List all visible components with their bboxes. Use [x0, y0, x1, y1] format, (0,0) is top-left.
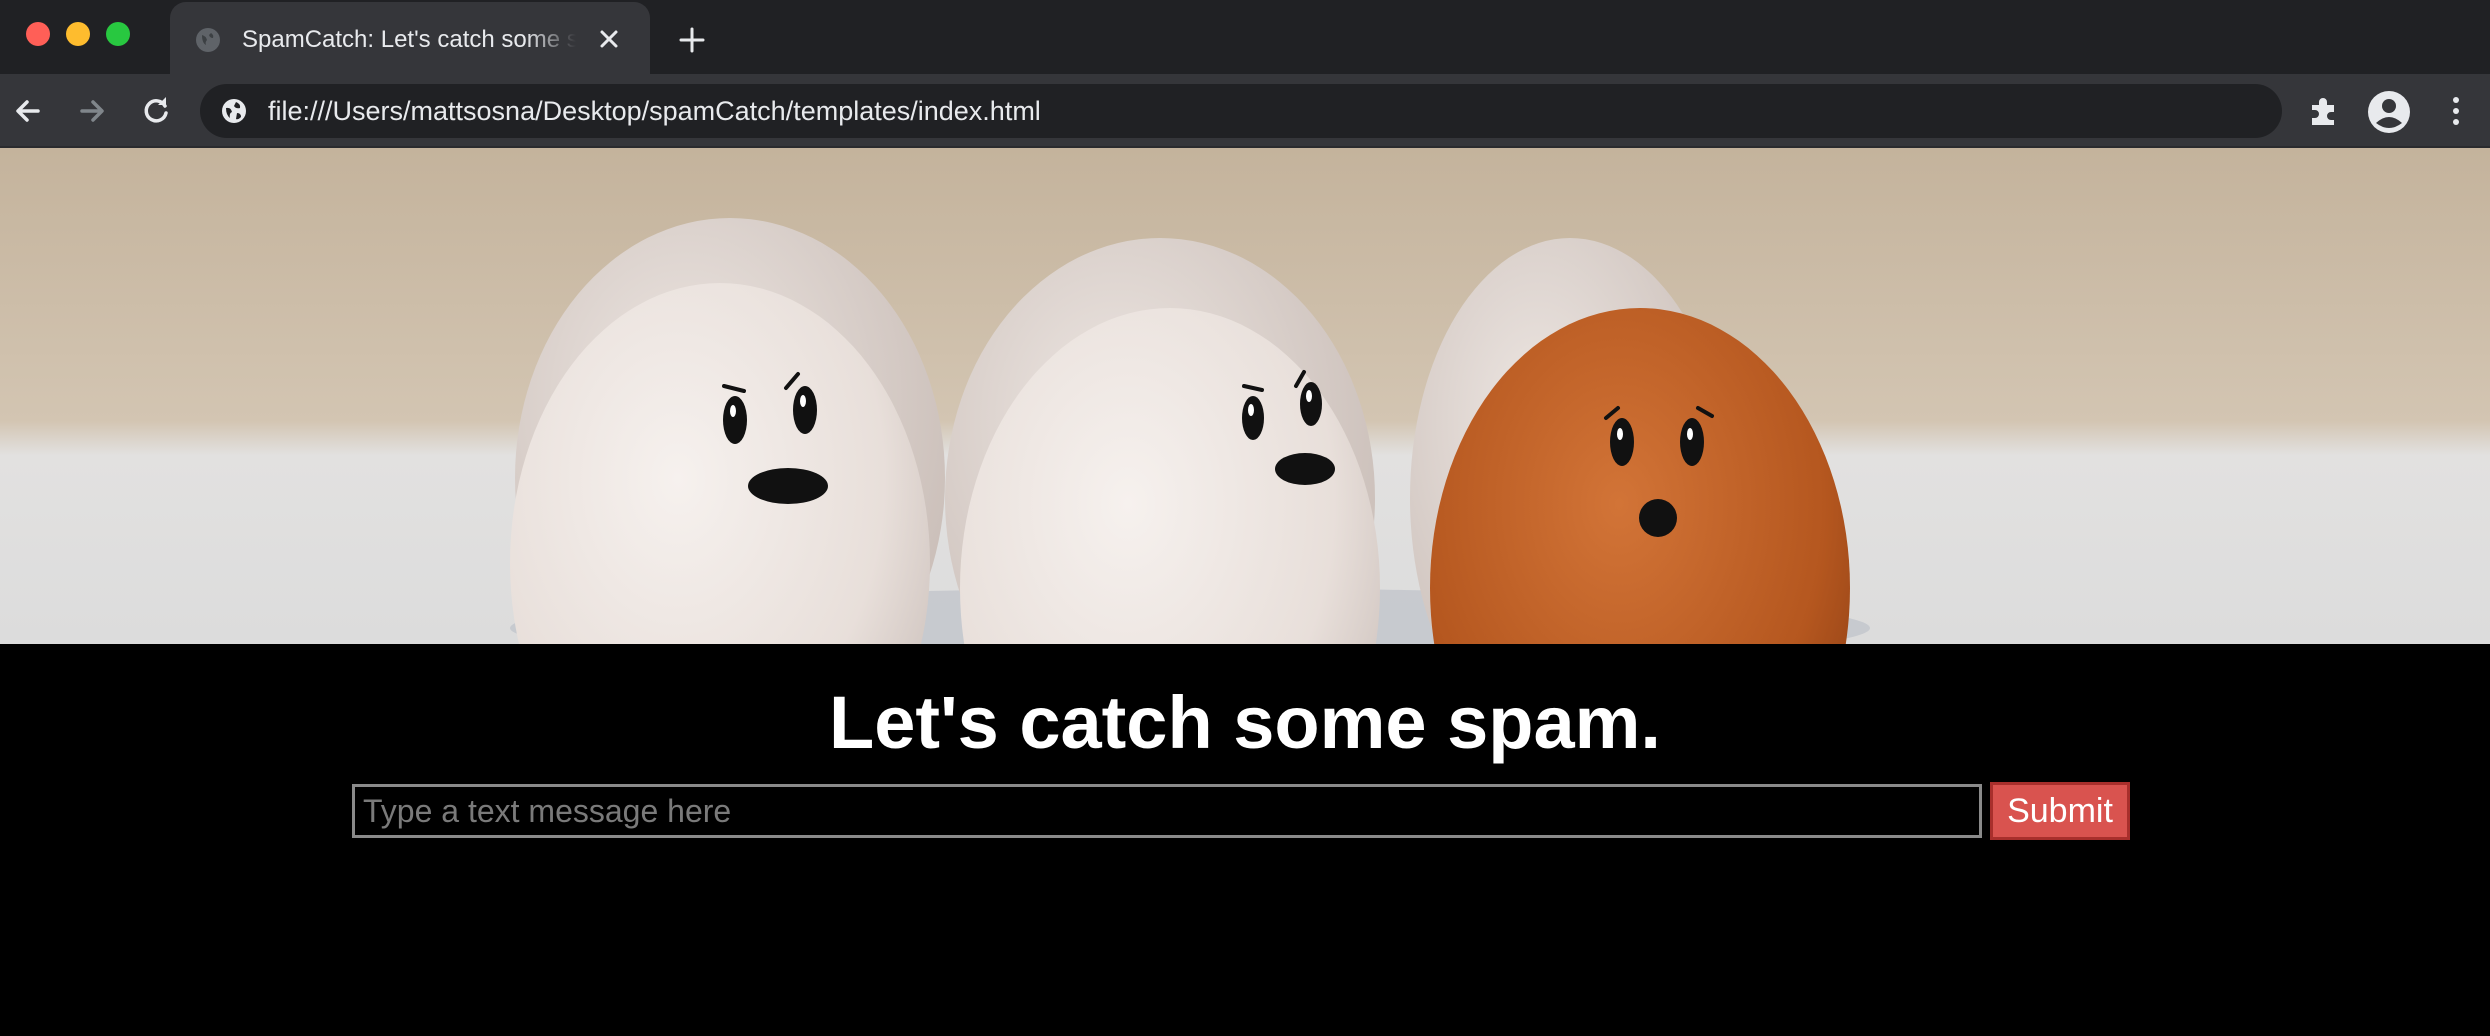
page-title: Let's catch some spam.: [829, 681, 1661, 764]
profile-icon[interactable]: [2366, 89, 2412, 135]
plus-icon[interactable]: [676, 24, 708, 56]
tab-title: SpamCatch: Let's catch some spam.: [242, 26, 576, 53]
window-close-button[interactable]: [26, 22, 50, 46]
url-text: file:///Users/mattsosna/Desktop/spamCatc…: [268, 96, 1041, 126]
site-info-icon[interactable]: [220, 97, 248, 125]
puzzle-extension-icon[interactable]: [2306, 93, 2342, 129]
reload-icon[interactable]: [138, 93, 174, 129]
address-bar[interactable]: file:///Users/mattsosna/Desktop/spamCatc…: [200, 84, 2282, 138]
message-input[interactable]: [352, 784, 1982, 838]
submit-button[interactable]: Submit: [1990, 782, 2130, 840]
tab-strip: SpamCatch: Let's catch some spam.: [0, 0, 2490, 74]
kebab-menu-icon[interactable]: [2440, 93, 2472, 129]
hero-image-eggs: [0, 148, 2490, 644]
browser-toolbar: file:///Users/mattsosna/Desktop/spamCatc…: [0, 74, 2490, 148]
browser-tab[interactable]: SpamCatch: Let's catch some spam.: [170, 2, 650, 74]
close-icon[interactable]: [594, 24, 624, 54]
forward-arrow-icon[interactable]: [74, 93, 110, 129]
window-minimize-button[interactable]: [66, 22, 90, 46]
globe-icon: [196, 28, 220, 52]
page-content: Let's catch some spam. Submit: [0, 148, 2490, 1036]
back-arrow-icon[interactable]: [10, 93, 46, 129]
window-maximize-button[interactable]: [106, 22, 130, 46]
